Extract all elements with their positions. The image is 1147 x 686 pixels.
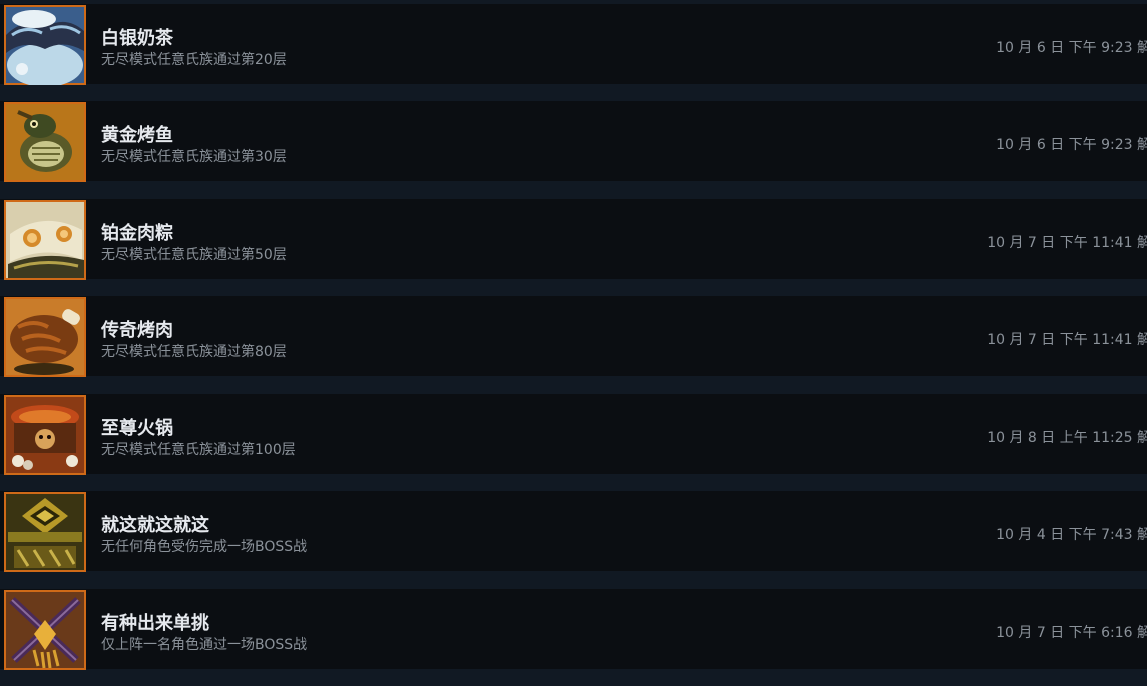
achievement-description: 无尽模式任意氏族通过第80层 — [101, 344, 287, 360]
achievement-row: 铂金肉粽 无尽模式任意氏族通过第50层 10 月 7 日 下午 11:41 解锁 — [0, 199, 1147, 280]
unlock-time: 10 月 8 日 上午 11:25 解锁 — [987, 430, 1147, 446]
achievement-description: 无任何角色受伤完成一场BOSS战 — [101, 539, 308, 555]
unlock-time: 10 月 6 日 下午 9:23 解锁 — [996, 40, 1147, 56]
achievement-title: 黄金烤鱼 — [101, 125, 173, 146]
achievement-row: 黄金烤鱼 无尽模式任意氏族通过第30层 10 月 6 日 下午 9:23 解锁 — [0, 101, 1147, 182]
grilled-fish-icon — [4, 102, 86, 182]
achievement-title: 有种出来单挑 — [101, 613, 209, 634]
unlock-time: 10 月 7 日 下午 11:41 解锁 — [987, 235, 1147, 251]
zongzi-icon — [4, 200, 86, 280]
achievement-description: 无尽模式任意氏族通过第100层 — [101, 442, 296, 458]
golden-armor-icon — [4, 492, 86, 572]
achievement-description: 仅上阵一名角色通过一场BOSS战 — [101, 637, 308, 653]
achievement-row: 传奇烤肉 无尽模式任意氏族通过第80层 10 月 7 日 下午 11:41 解锁 — [0, 296, 1147, 377]
achievement-row: 至尊火锅 无尽模式任意氏族通过第100层 10 月 8 日 上午 11:25 解… — [0, 394, 1147, 475]
achievement-title: 白银奶茶 — [101, 28, 173, 49]
achievement-row: 就这就这就这 无任何角色受伤完成一场BOSS战 10 月 4 日 下午 7:43… — [0, 491, 1147, 572]
unlock-time: 10 月 7 日 下午 6:16 解锁 — [996, 625, 1147, 641]
roast-meat-icon — [4, 297, 86, 377]
achievement-description: 无尽模式任意氏族通过第30层 — [101, 149, 287, 165]
achievement-row: 白银奶茶 无尽模式任意氏族通过第20层 10 月 6 日 下午 9:23 解锁 — [0, 4, 1147, 85]
unlock-time: 10 月 7 日 下午 11:41 解锁 — [987, 332, 1147, 348]
achievement-title: 铂金肉粽 — [101, 223, 173, 244]
achievement-title: 至尊火锅 — [101, 418, 173, 439]
achievement-description: 无尽模式任意氏族通过第50层 — [101, 247, 287, 263]
crossed-weapons-icon — [4, 590, 86, 670]
achievement-row: 有种出来单挑 仅上阵一名角色通过一场BOSS战 10 月 7 日 下午 6:16… — [0, 589, 1147, 670]
achievement-list: 白银奶茶 无尽模式任意氏族通过第20层 10 月 6 日 下午 9:23 解锁 … — [0, 0, 1147, 686]
achievement-description: 无尽模式任意氏族通过第20层 — [101, 52, 287, 68]
milk-tea-icon — [4, 5, 86, 85]
achievement-title: 就这就这就这 — [101, 515, 209, 536]
unlock-time: 10 月 4 日 下午 7:43 解锁 — [996, 527, 1147, 543]
unlock-time: 10 月 6 日 下午 9:23 解锁 — [996, 137, 1147, 153]
achievement-title: 传奇烤肉 — [101, 320, 173, 341]
hotpot-icon — [4, 395, 86, 475]
